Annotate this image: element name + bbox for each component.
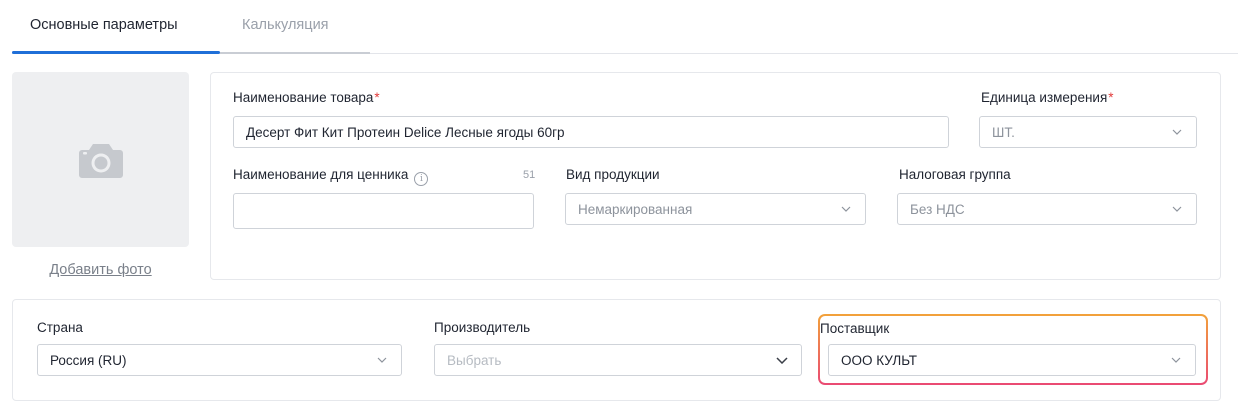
product-kind-value: Немаркированная bbox=[578, 201, 693, 217]
country-label: Страна bbox=[37, 320, 83, 335]
country-value: Россия (RU) bbox=[50, 352, 127, 368]
price-tag-char-counter: 51 bbox=[523, 169, 536, 181]
main-params-card: Наименование товара* Десерт Фит Кит Прот… bbox=[210, 72, 1221, 280]
chevron-down-icon bbox=[1169, 353, 1183, 367]
product-name-value: Десерт Фит Кит Протеин Delice Лесные яго… bbox=[246, 124, 565, 140]
product-kind-label: Вид продукции bbox=[566, 167, 660, 182]
chevron-down-icon bbox=[775, 353, 789, 367]
camera-icon bbox=[78, 143, 123, 178]
price-tag-input[interactable] bbox=[233, 193, 534, 229]
required-mark: * bbox=[1108, 90, 1114, 105]
product-name-label: Наименование товара* bbox=[233, 90, 380, 105]
manufacturer-select[interactable]: Выбрать bbox=[434, 344, 802, 376]
active-tab-indicator bbox=[12, 51, 220, 54]
product-name-input[interactable]: Десерт Фит Кит Протеин Delice Лесные яго… bbox=[233, 116, 949, 148]
manufacturer-label: Производитель bbox=[434, 320, 531, 335]
tab-main-params[interactable]: Основные параметры bbox=[30, 17, 178, 33]
tab-indicator-track bbox=[220, 52, 370, 54]
chevron-down-icon bbox=[375, 353, 389, 367]
unit-label-text: Единица измерения bbox=[981, 90, 1108, 105]
tax-group-select[interactable]: Без НДС bbox=[897, 193, 1197, 225]
price-tag-label-text: Наименование для ценника bbox=[233, 167, 409, 182]
add-photo-link[interactable]: Добавить фото bbox=[12, 262, 189, 278]
photo-placeholder[interactable] bbox=[12, 72, 189, 247]
unit-label: Единица измерения* bbox=[981, 90, 1114, 105]
unit-select[interactable]: ШТ. bbox=[979, 116, 1197, 148]
manufacturer-placeholder: Выбрать bbox=[447, 352, 502, 368]
country-select[interactable]: Россия (RU) bbox=[37, 344, 402, 376]
supplier-select[interactable]: ООО КУЛЬТ bbox=[828, 344, 1196, 376]
tax-group-value: Без НДС bbox=[910, 201, 965, 217]
product-kind-select[interactable]: Немаркированная bbox=[565, 193, 866, 225]
supplier-value: ООО КУЛЬТ bbox=[841, 352, 918, 368]
product-name-label-text: Наименование товара bbox=[233, 90, 374, 105]
supplier-label: Поставщик bbox=[820, 321, 890, 336]
tax-group-label: Налоговая группа bbox=[899, 167, 1011, 182]
required-mark: * bbox=[374, 90, 380, 105]
chevron-down-icon bbox=[839, 202, 853, 216]
tab-bar: Основные параметры Калькуляция bbox=[12, 0, 1238, 54]
supplier-highlight-frame: Поставщик ООО КУЛЬТ bbox=[818, 314, 1208, 385]
chevron-down-icon bbox=[1170, 125, 1184, 139]
price-tag-label: Наименование для ценника i bbox=[233, 167, 429, 186]
chevron-down-icon bbox=[1170, 202, 1184, 216]
tab-calculation[interactable]: Калькуляция bbox=[242, 17, 329, 33]
unit-value: ШТ. bbox=[992, 124, 1015, 140]
info-icon[interactable]: i bbox=[414, 172, 429, 186]
